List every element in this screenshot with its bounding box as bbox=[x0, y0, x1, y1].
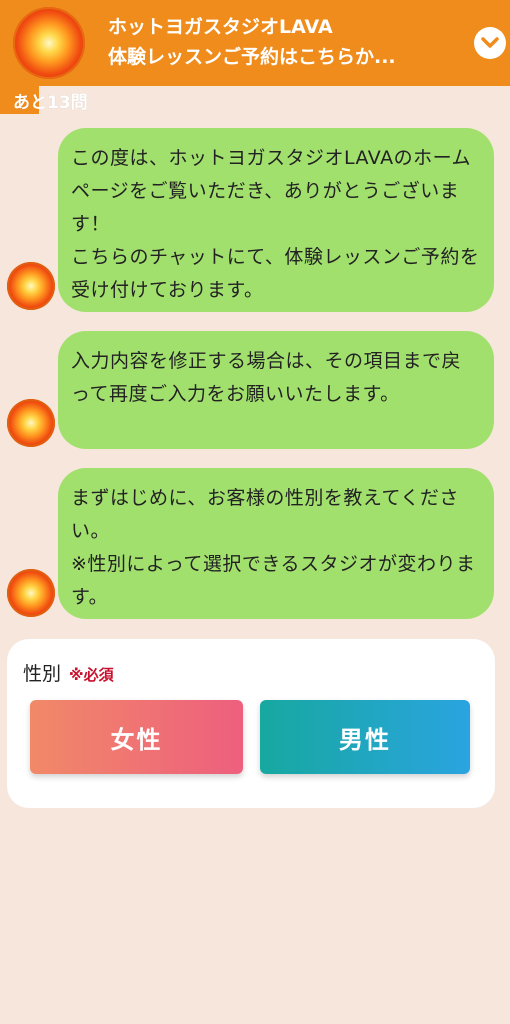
female-button[interactable]: 女性 bbox=[30, 700, 243, 774]
chat-message-1: この度は、ホットヨガスタジオLAVAのホームページをご覧いただき、ありがとうござ… bbox=[58, 128, 494, 312]
chat-message-2: 入力内容を修正する場合は、その項目まで戻って再度ご入力をお願いいたします。 bbox=[58, 331, 494, 449]
message-text: まずはじめに、お客様の性別を教えてください。 ※性別によって選択できるスタジオが… bbox=[71, 487, 476, 608]
gender-form-card: 性別 ※必須 女性 男性 bbox=[7, 639, 495, 808]
gender-label-text: 性別 bbox=[23, 663, 62, 685]
male-button[interactable]: 男性 bbox=[260, 700, 470, 774]
header-title-line2: 体験レッスンご予約はこちらか... bbox=[108, 46, 396, 68]
gender-label: 性別 ※必須 bbox=[23, 659, 114, 686]
bot-avatar bbox=[7, 569, 55, 617]
required-badge: ※必須 bbox=[69, 666, 114, 684]
chat-message-3: まずはじめに、お客様の性別を教えてください。 ※性別によって選択できるスタジオが… bbox=[58, 468, 494, 619]
message-text: 入力内容を修正する場合は、その項目まで戻って再度ご入力をお願いいたします。 bbox=[71, 350, 462, 405]
header-title: ホットヨガスタジオLAVA 体験レッスンご予約はこちらか... bbox=[108, 12, 468, 72]
collapse-button[interactable] bbox=[474, 27, 506, 59]
lava-logo bbox=[13, 7, 85, 79]
progress-bar: あと13問 bbox=[0, 86, 510, 114]
bot-avatar bbox=[7, 262, 55, 310]
header-title-line1: ホットヨガスタジオLAVA bbox=[108, 16, 333, 38]
chevron-down-icon bbox=[481, 37, 499, 48]
bot-avatar bbox=[7, 399, 55, 447]
remaining-questions: あと13問 bbox=[13, 93, 88, 113]
chat-header: ホットヨガスタジオLAVA 体験レッスンご予約はこちらか... bbox=[0, 0, 510, 86]
message-text: この度は、ホットヨガスタジオLAVAのホームページをご覧いただき、ありがとうござ… bbox=[71, 147, 480, 301]
